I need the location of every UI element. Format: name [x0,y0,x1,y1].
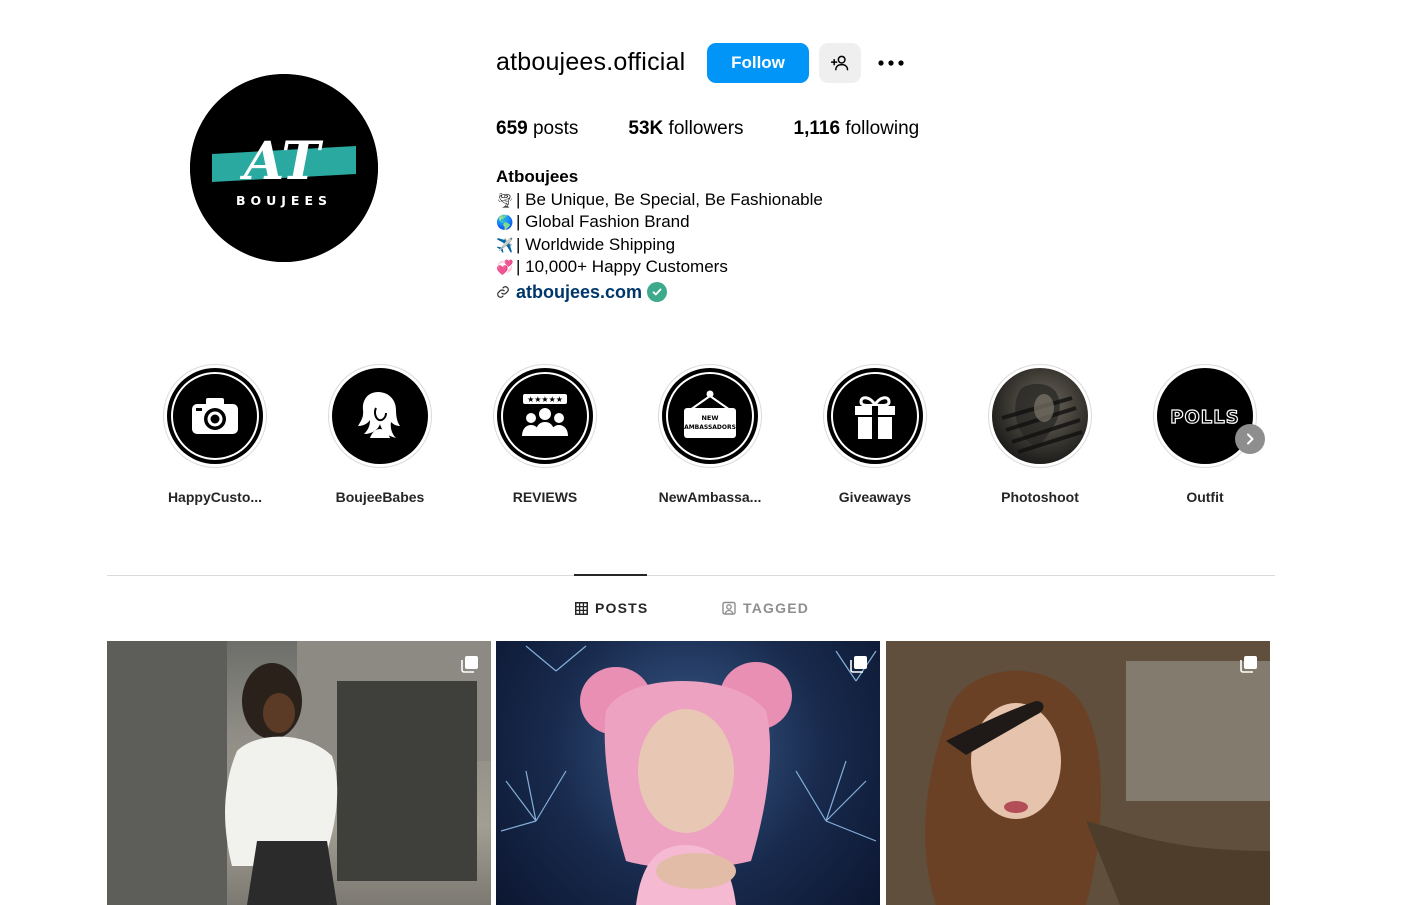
suggested-accounts-button[interactable] [819,43,861,83]
bio-line: 💞 | 10,000+ Happy Customers [496,256,823,279]
bio-line: 🌪 | Be Unique, Be Special, Be Fashionable [496,189,823,212]
svg-text:AMBASSADORS: AMBASSADORS [684,424,736,431]
highlight-photoshoot[interactable]: Photoshoot [985,364,1095,505]
verified-check-icon [647,281,668,302]
highlight-happy-customers[interactable]: HappyCusto... [160,364,270,505]
hearts-emoji-icon: 💞 [496,259,514,275]
post-image [886,641,1270,905]
photo-thumbnail [1001,383,1083,454]
carousel-icon [850,656,867,673]
follow-button[interactable]: Follow [707,43,809,83]
story-highlights: HappyCusto... BoujeeBabes ★★★★★ REVIEWS … [0,364,1416,514]
svg-text:AT: AT [239,131,324,192]
more-dots-icon [878,60,904,66]
add-person-icon [830,55,849,71]
profile-username: atboujees.official [496,48,686,76]
highlight-boujeebabes[interactable]: BoujeeBabes [325,364,435,505]
profile-avatar[interactable]: AT BOUJEES [190,74,378,262]
tornado-emoji-icon: 🌪 [496,191,514,208]
post-image [107,641,491,905]
more-options-button[interactable] [872,48,910,78]
bio-line: ✈️ | Worldwide Shipping [496,234,823,257]
profile-stats: 659 posts 53K followers 1,116 following [496,118,969,140]
post-image [500,645,877,905]
post-thumbnail[interactable] [496,641,880,905]
following-stat[interactable]: 1,116 following [794,118,920,140]
profile-display-name: Atboujees [496,167,579,186]
profile-bio: Atboujees 🌪 | Be Unique, Be Special, Be F… [496,166,823,303]
svg-text:BOUJEES: BOUJEES [236,193,332,208]
globe-emoji-icon: 🌎 [496,214,514,230]
bio-link-row: atboujees.com [496,281,823,304]
website-link[interactable]: atboujees.com [516,281,642,304]
highlight-new-ambassadors[interactable]: NEW AMBASSADORS NewAmbassa... [655,364,765,505]
tab-posts[interactable]: POSTS [575,600,648,616]
posts-stat: 659 posts [496,118,579,139]
svg-text:NEW: NEW [701,414,718,422]
svg-text:★★★★★: ★★★★★ [527,395,563,404]
woman-silhouette-icon [358,392,400,438]
bio-line: 🌎 | Global Fashion Brand [496,211,823,234]
camera-icon [192,398,238,434]
carousel-icon [1240,656,1257,673]
highlight-reviews[interactable]: ★★★★★ REVIEWS [490,364,600,505]
highlights-next-button[interactable] [1235,424,1265,454]
new-ambassadors-sign-icon: NEW AMBASSADORS [684,390,736,438]
link-icon [497,285,509,298]
airplane-emoji-icon: ✈️ [496,236,514,253]
reviews-icon: ★★★★★ [522,394,568,436]
gift-icon [855,396,895,439]
post-thumbnail[interactable] [107,641,491,905]
tabs-divider [107,575,1275,576]
svg-text:POLLS: POLLS [1170,407,1239,428]
grid-icon [575,601,588,615]
atboujees-logo: AT BOUJEES [190,74,378,262]
post-thumbnail[interactable] [886,641,1270,905]
chevron-right-icon [1247,433,1254,445]
carousel-icon [461,656,478,673]
highlight-giveaways[interactable]: Giveaways [820,364,930,505]
tab-tagged[interactable]: TAGGED [722,600,809,616]
followers-stat[interactable]: 53K followers [628,118,743,140]
tagged-icon [722,601,736,615]
active-tab-indicator [574,574,647,576]
